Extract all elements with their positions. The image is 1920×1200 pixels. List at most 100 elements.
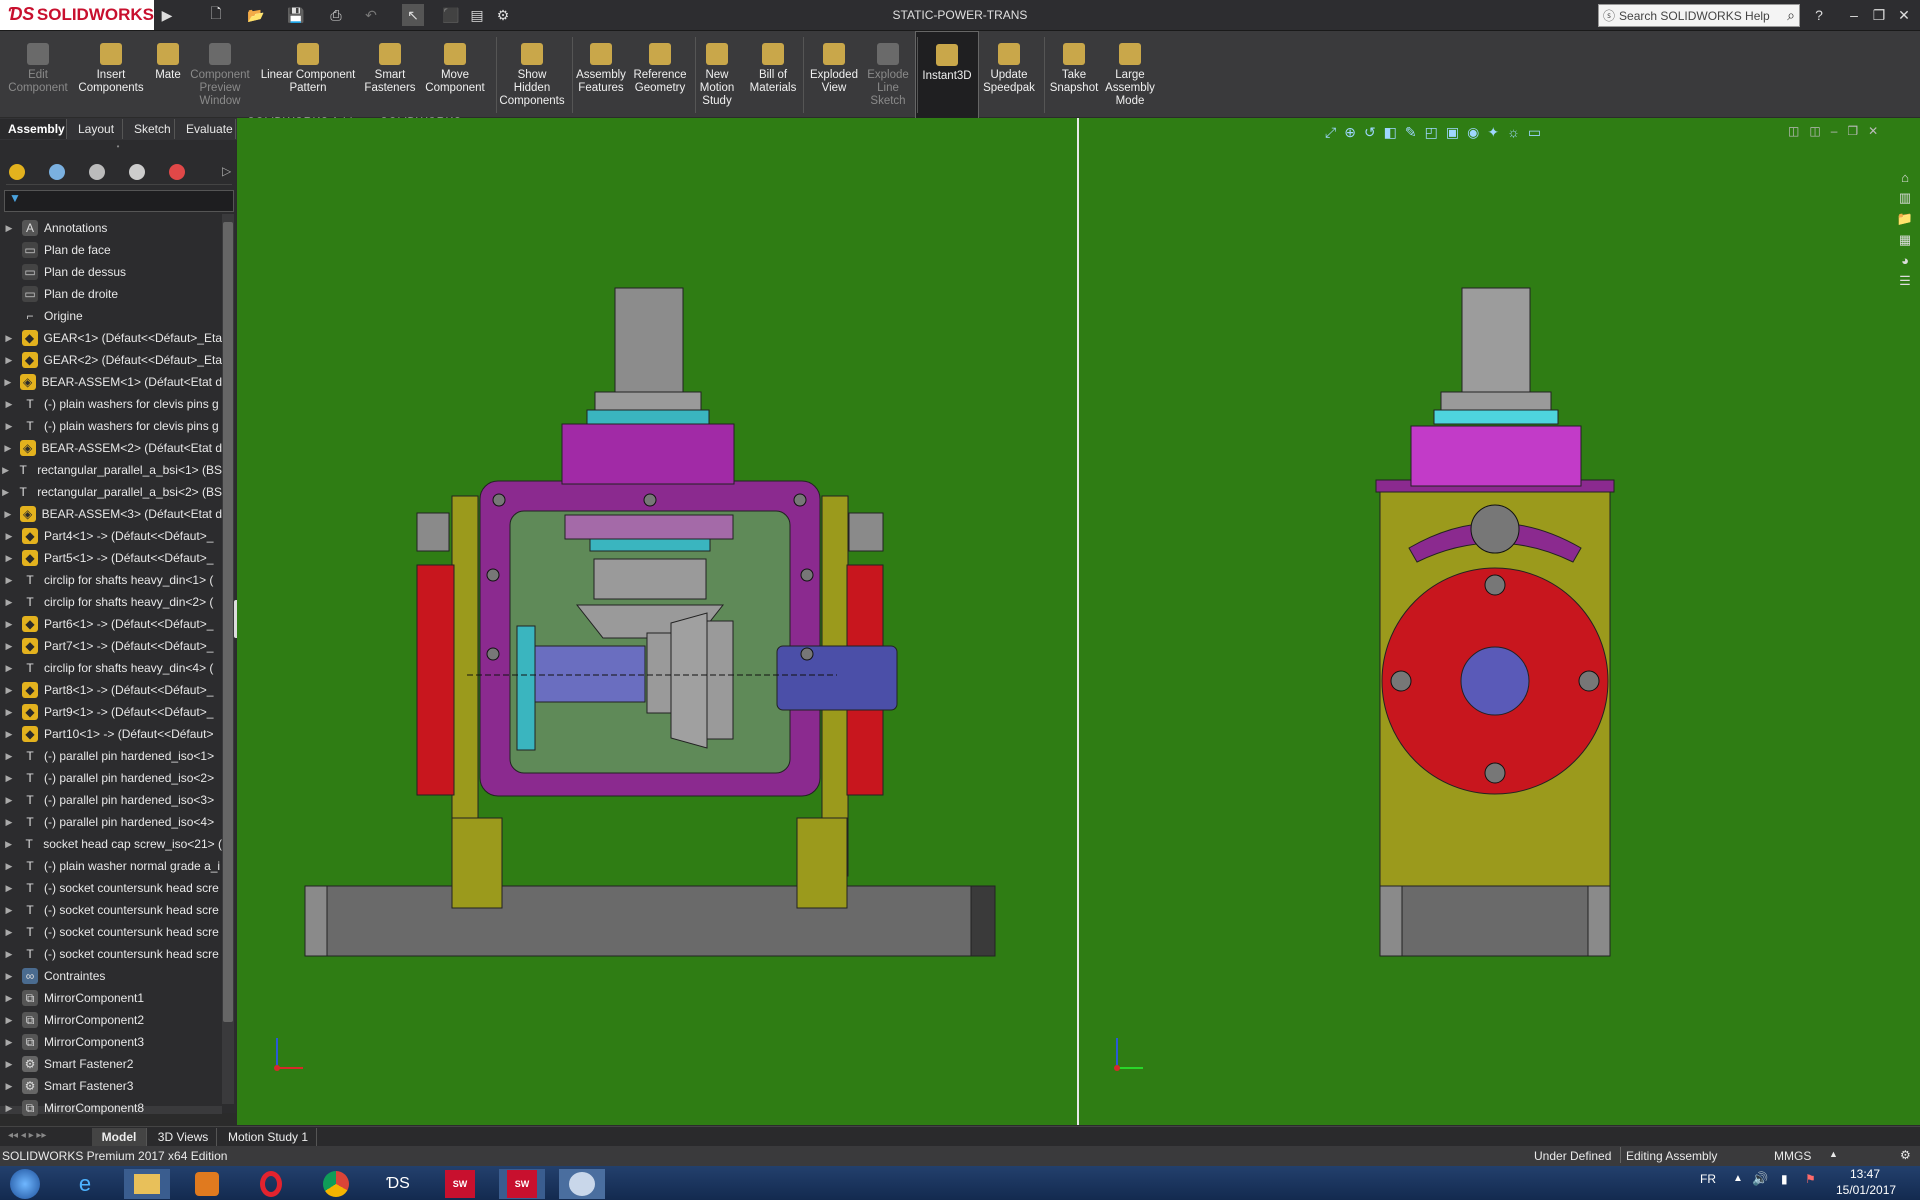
viewport-front[interactable] [237,118,1077,1125]
tree-node[interactable]: ▶ T (-) plain washers for clevis pins g [0,415,222,437]
tree-node[interactable]: ▶ Tcirclip for shafts heavy_din<4> ( [0,657,222,679]
tree-node[interactable]: ⌐ Origine [0,305,222,327]
cmd-move-component-button[interactable]: Move Component [417,31,493,117]
tree-node[interactable]: ▶ T (-) parallel pin hardened_iso<2> [0,767,222,789]
tree-node[interactable]: ▶ T (-) plain washer normal grade a_i [0,855,222,877]
undo-icon[interactable]: ↶ [360,4,382,26]
clock-date[interactable]: 15/01/2017 [1836,1183,1896,1197]
cmd-edit-component-button[interactable]: Edit Component [0,31,76,117]
expand-arrow-icon[interactable]: ▶ [0,1037,18,1048]
expand-arrow-icon[interactable]: ▶ [0,421,18,432]
tree-node[interactable]: ▶ ◆ Part10<1> -> (Défaut<<Défaut> [0,723,222,745]
cmd-bill-of-materials-button[interactable]: Bill of Materials [740,31,806,117]
tree-node[interactable]: ▭ Plan de droite [0,283,222,305]
expand-arrow-icon[interactable]: ▶ [0,1081,18,1092]
display-style-icon[interactable]: ▣ [1446,124,1459,144]
tab-evaluate[interactable]: Evaluate [178,119,236,139]
solidworks-resources-icon[interactable]: ⌂ [1901,170,1909,185]
configurationmanager-tab-icon[interactable] [86,162,108,182]
expand-arrow-icon[interactable]: ▶ [0,223,18,234]
dynamic-annotation-icon[interactable]: ✎ [1405,124,1417,144]
tree-node[interactable]: ▶ ⧉ MirrorComponent2 [0,1009,222,1031]
solidworks-logo[interactable]: ƊS SOLIDWORKS [0,0,154,30]
cmd-large-assembly-button[interactable]: Large Assembly Mode [1095,31,1165,117]
expand-arrow-icon[interactable]: ▶ [0,751,18,762]
tree-scroll-thumb[interactable] [223,222,233,1022]
tree-node[interactable]: ▶ Tcirclip for shafts heavy_din<2> ( [0,591,222,613]
tree-node[interactable]: ▶ T (-) parallel pin hardened_iso<4> [0,811,222,833]
cmd-exploded-view-button[interactable]: Exploded View [802,31,866,117]
tree-node[interactable]: ▶ T (-) socket countersunk head scre [0,943,222,965]
cmd-linear-pattern-button[interactable]: Linear Component Pattern [249,31,367,117]
tree-node[interactable]: ▶ ◆ GEAR<1> (Défaut<<Défaut>_Eta [0,327,222,349]
tree-node[interactable]: ▶ ◆ Part6<1> -> (Défaut<<Défaut>_ [0,613,222,635]
tree-node[interactable]: ▶ ◆ Part9<1> -> (Défaut<<Défaut>_ [0,701,222,723]
expand-arrow-icon[interactable]: ▶ [0,465,11,476]
opera-icon[interactable] [248,1169,294,1199]
bottom-tab-3d-views[interactable]: 3D Views [150,1128,217,1146]
dimxpert-tab-icon[interactable] [126,162,148,182]
flyout-arrow-icon[interactable]: ▶ [156,4,178,26]
tree-node[interactable]: ▶ Tcirclip for shafts heavy_din<1> ( [0,569,222,591]
tree-node[interactable]: ▶ T (-) parallel pin hardened_iso<3> [0,789,222,811]
expand-arrow-icon[interactable]: ▶ [0,685,18,696]
units-dropdown-icon[interactable]: ▲ [1829,1149,1838,1159]
expand-arrow-icon[interactable]: ▶ [0,377,16,388]
expand-arrow-icon[interactable]: ▶ [0,597,18,608]
view-orientation-icon[interactable]: ◰ [1425,124,1438,144]
viewport-close-icon[interactable]: ✕ [1868,124,1878,142]
3dexperience-icon[interactable]: ƊS [375,1169,421,1199]
viewport-minimize-icon[interactable]: – [1831,124,1838,142]
hide-show-items-icon[interactable]: ◉ [1467,124,1479,144]
expand-arrow-icon[interactable]: ▶ [0,707,18,718]
zoom-to-area-icon[interactable]: ⊕ [1344,124,1356,144]
tree-node[interactable]: ▶ ◈ BEAR-ASSEM<1> (Défaut<Etat d [0,371,222,393]
expand-arrow-icon[interactable]: ▶ [0,839,17,850]
expand-arrow-icon[interactable]: ▶ [0,905,18,916]
file-explorer-taskbar-icon[interactable] [124,1169,170,1199]
expand-arrow-icon[interactable]: ▶ [0,355,18,366]
featuremanager-tab-icon[interactable] [6,162,28,182]
tree-node[interactable]: ▶ T (-) socket countersunk head scre [0,921,222,943]
status-units[interactable]: MMGS [1774,1149,1811,1163]
viewport-right[interactable] [1079,118,1920,1125]
tree-node[interactable]: ▶ T (-) socket countersunk head scre [0,877,222,899]
bottom-tab-model[interactable]: Model [92,1128,147,1146]
tile-horizontal-icon[interactable]: ◫ [1788,124,1799,142]
tree-node[interactable]: ▶ ◆ Part7<1> -> (Défaut<<Défaut>_ [0,635,222,657]
expand-arrow-icon[interactable]: ▶ [0,949,18,960]
expand-arrow-icon[interactable]: ▶ [0,553,18,564]
expand-arrow-icon[interactable]: ▶ [0,1103,18,1114]
magnifier-icon[interactable]: ⌕ [1787,7,1795,24]
tree-node[interactable]: ▶ T (-) plain washers for clevis pins g [0,393,222,415]
view-palette-icon[interactable]: ▦ [1899,232,1911,248]
tree-scrollbar[interactable] [222,214,234,1104]
apply-scene-icon[interactable]: ☼ [1507,124,1520,144]
print-icon[interactable]: ⎙ [325,4,347,26]
customize-icon[interactable]: ⚙ [1900,1148,1911,1162]
restore-icon[interactable]: ❐ [1868,4,1890,26]
expand-arrow-icon[interactable]: ▶ [0,663,18,674]
tree-node[interactable]: ▶ ◆ Part5<1> -> (Défaut<<Défaut>_ [0,547,222,569]
tree-node[interactable]: ▶ ◈ BEAR-ASSEM<3> (Défaut<Etat d [0,503,222,525]
tree-node[interactable]: ▶ ⧉ MirrorComponent8 [0,1097,222,1119]
open-folder-icon[interactable]: 📂 [245,4,267,26]
expand-arrow-icon[interactable]: ▶ [0,399,18,410]
edit-appearance-icon[interactable]: ✦ [1487,124,1499,144]
tree-filter[interactable]: ▼ [4,190,234,212]
expand-arrow-icon[interactable]: ▶ [0,927,18,938]
expand-arrow-icon[interactable]: ▶ [0,531,18,542]
expand-arrow-icon[interactable]: ▶ [0,333,18,344]
new-document-icon[interactable]: 🗋 [205,4,227,26]
expand-arrow-icon[interactable]: ▶ [0,795,18,806]
expand-arrow-icon[interactable]: ▶ [0,1059,18,1070]
previous-view-icon[interactable]: ↺ [1364,124,1376,144]
expand-arrow-icon[interactable]: ▶ [0,487,11,498]
tree-node[interactable]: ▶ T (-) parallel pin hardened_iso<1> [0,745,222,767]
expand-arrow-icon[interactable]: ▶ [0,971,18,982]
close-icon[interactable]: ✕ [1893,4,1915,26]
expand-arrow-icon[interactable]: ▶ [0,575,18,586]
search-help-input[interactable]: ⓢ Search SOLIDWORKS Help ⌕ [1598,4,1800,27]
options-gear-icon[interactable]: ⚙ [492,4,514,26]
tree-node[interactable]: ▶ ◆ Part8<1> -> (Défaut<<Défaut>_ [0,679,222,701]
